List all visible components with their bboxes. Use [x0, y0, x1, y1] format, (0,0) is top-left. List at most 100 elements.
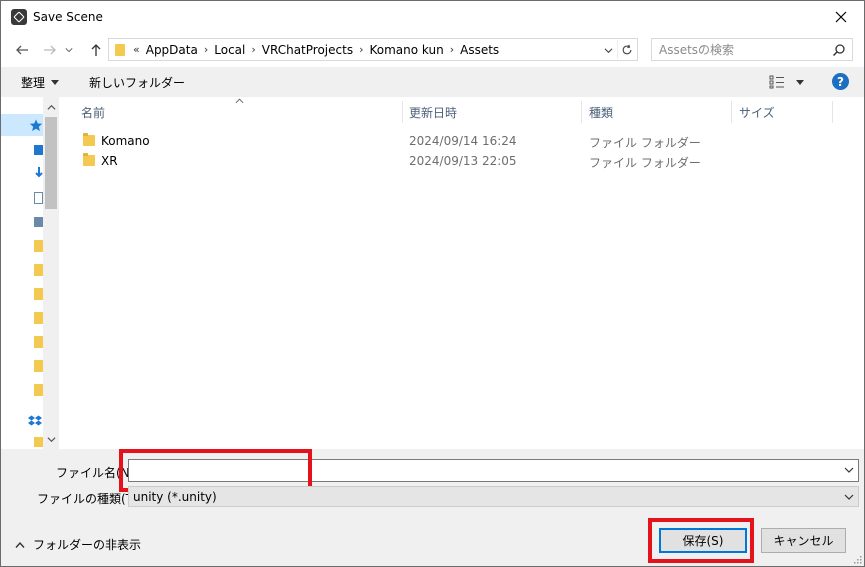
breadcrumb-assets[interactable]: Assets [460, 43, 499, 57]
resize-grip-icon[interactable] [852, 554, 862, 564]
download-icon[interactable] [34, 167, 43, 179]
table-row[interactable]: Komano 2024/09/14 16:24 ファイル フォルダー [59, 131, 864, 151]
column-divider[interactable] [832, 101, 833, 123]
file-type: ファイル フォルダー [589, 136, 701, 150]
arrow-up-icon [91, 44, 101, 56]
address-bar[interactable]: « AppData › Local › VRChatProjects › Kom… [108, 38, 638, 61]
arrow-right-icon [44, 45, 56, 55]
breadcrumb-separator[interactable]: › [204, 43, 208, 56]
arrow-left-icon [16, 45, 28, 55]
window-title: Save Scene [33, 10, 103, 24]
folder-icon [83, 133, 95, 146]
search-input[interactable]: Assetsの検索 [651, 38, 853, 61]
navigation-pane [1, 97, 59, 449]
forward-button[interactable] [39, 39, 61, 61]
column-header-modified[interactable]: 更新日時 [409, 101, 457, 123]
hide-folders-button[interactable]: フォルダーの非表示 [15, 536, 141, 553]
new-folder-button[interactable]: 新しいフォルダー [89, 74, 185, 91]
highlight-annotation [648, 518, 754, 563]
desktop-icon[interactable] [34, 145, 43, 155]
folder-icon[interactable] [34, 288, 43, 300]
column-header-type[interactable]: 種類 [589, 101, 613, 123]
column-divider[interactable] [402, 101, 403, 123]
search-icon [832, 44, 845, 57]
documents-icon[interactable] [34, 192, 43, 204]
title-bar: Save Scene [1, 1, 864, 33]
column-size-label: サイズ [739, 105, 775, 120]
hide-folders-label: フォルダーの非表示 [33, 538, 142, 552]
breadcrumb-vrchatprojects[interactable]: VRChatProjects [262, 43, 353, 57]
caret-down-icon [51, 80, 60, 85]
table-row[interactable]: XR 2024/09/13 22:05 ファイル フォルダー [59, 151, 864, 171]
organize-label: 整理 [21, 76, 46, 90]
chevron-down-icon [844, 494, 854, 500]
chevron-down-icon [604, 47, 612, 53]
folder-icon [83, 153, 95, 166]
refresh-icon [622, 44, 632, 54]
chevron-down-icon[interactable] [844, 465, 854, 475]
unity-app-icon [11, 9, 27, 25]
breadcrumb-komano-kun[interactable]: Komano kun [369, 43, 443, 57]
refresh-button[interactable] [617, 40, 636, 59]
view-options-caret-icon[interactable] [796, 80, 804, 85]
file-modified: 2024/09/14 16:24 [409, 134, 517, 148]
folder-icon[interactable] [34, 384, 43, 396]
column-modified-label: 更新日時 [409, 105, 458, 120]
chevron-down-icon [46, 436, 56, 442]
dropbox-icon[interactable] [28, 415, 42, 428]
filetype-select[interactable]: unity (*.unity) [128, 486, 859, 507]
scroll-up-button[interactable] [43, 99, 59, 115]
close-button[interactable] [818, 1, 864, 33]
nav-scrollbar-thumb[interactable] [45, 117, 57, 209]
column-divider[interactable] [731, 101, 732, 123]
folder-icon[interactable] [34, 437, 43, 447]
back-button[interactable] [11, 39, 33, 61]
cancel-label: キャンセル [773, 534, 834, 548]
folder-icon[interactable] [34, 360, 43, 372]
view-details-icon[interactable] [769, 75, 785, 89]
cancel-button[interactable]: キャンセル [761, 528, 846, 553]
save-options-panel: ファイル名(N): ファイルの種類(T): unity (*.unity) フォ… [1, 449, 864, 566]
breadcrumb-separator[interactable]: › [251, 43, 255, 56]
folder-icon[interactable] [34, 264, 43, 276]
filetype-value: unity (*.unity) [133, 489, 217, 504]
recent-locations-button[interactable] [63, 39, 75, 61]
column-type-label: 種類 [589, 105, 614, 120]
new-folder-label: 新しいフォルダー [89, 76, 186, 90]
breadcrumb-overflow[interactable]: « [133, 43, 140, 56]
folder-icon [115, 43, 125, 56]
breadcrumb-separator[interactable]: › [359, 43, 363, 56]
star-icon [29, 119, 43, 131]
sort-ascending-icon [235, 97, 244, 107]
file-modified: 2024/09/13 22:05 [409, 154, 517, 168]
filetype-label: ファイルの種類(T): [37, 492, 142, 506]
scroll-down-button[interactable] [43, 431, 59, 447]
chevron-up-icon [15, 541, 25, 548]
pictures-icon[interactable] [34, 217, 43, 227]
command-bar: 整理 新しいフォルダー ? [1, 67, 864, 97]
navigation-bar: « AppData › Local › VRChatProjects › Kom… [1, 33, 864, 67]
chevron-up-icon [46, 104, 56, 110]
search-placeholder: Assetsの検索 [659, 43, 735, 57]
up-button[interactable] [85, 39, 107, 61]
organize-menu[interactable]: 整理 [21, 74, 60, 91]
folder-icon[interactable] [34, 336, 43, 348]
breadcrumb-appdata[interactable]: AppData [146, 43, 198, 57]
file-name: Komano [101, 134, 150, 148]
file-list: 名前 更新日時 種類 サイズ Komano 2024/09/14 16:24 フ… [59, 97, 864, 449]
column-header-name[interactable]: 名前 [81, 101, 105, 123]
chevron-down-icon [65, 48, 73, 53]
file-name: XR [101, 154, 118, 168]
breadcrumb-separator[interactable]: › [450, 43, 454, 56]
address-history-button[interactable] [601, 43, 615, 57]
column-name-label: 名前 [81, 105, 106, 120]
folder-icon[interactable] [34, 312, 43, 324]
column-header-size[interactable]: サイズ [739, 101, 775, 123]
close-icon [835, 11, 847, 23]
save-scene-dialog: Save Scene « AppData › Local › VRChatPro… [0, 0, 865, 567]
folder-icon[interactable] [34, 240, 43, 252]
column-divider[interactable] [581, 101, 582, 123]
breadcrumb-local[interactable]: Local [214, 43, 245, 57]
help-button[interactable]: ? [832, 73, 849, 90]
file-type: ファイル フォルダー [589, 156, 701, 170]
